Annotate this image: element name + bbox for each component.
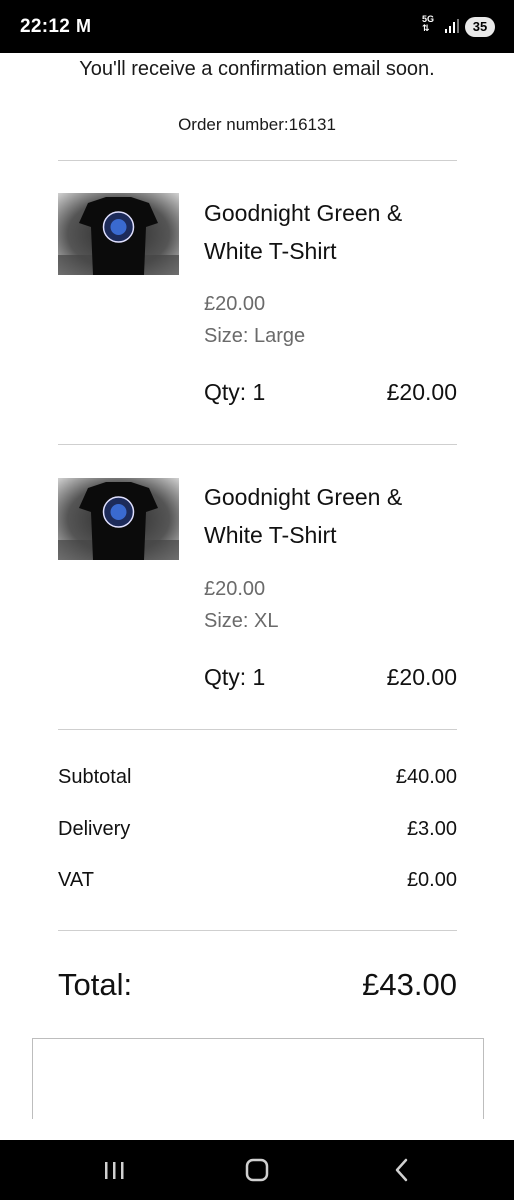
order-number: Order number:16131 (178, 115, 336, 134)
item-title[interactable]: Goodnight Green & White T-Shirt (204, 194, 464, 270)
delivery-value: £3.00 (406, 818, 457, 840)
recent-apps-icon[interactable] (94, 1152, 134, 1188)
divider (58, 729, 457, 730)
item-line-total: £20.00 (386, 664, 457, 690)
confirmation-message: You'll receive a confirmation email soon… (79, 58, 435, 80)
item-quantity: Qty: 1 (204, 379, 266, 405)
item-size: Size: Large (204, 325, 306, 347)
home-icon[interactable] (237, 1152, 277, 1188)
subtotal-value: £40.00 (395, 766, 457, 788)
divider (58, 930, 457, 931)
navigation-bar (0, 1140, 514, 1200)
status-time: 22:12 (20, 16, 71, 37)
tshirt-image (58, 478, 179, 560)
subtotal-label: Subtotal (58, 766, 132, 788)
item-line-total: £20.00 (386, 379, 457, 405)
total-label: Total: (58, 967, 133, 1002)
vat-value: £0.00 (406, 869, 457, 891)
item-quantity: Qty: 1 (204, 664, 266, 690)
signal-icon (445, 19, 459, 33)
item-unit-price: £20.00 (204, 578, 266, 600)
next-section-card (32, 1038, 484, 1119)
total-value: £43.00 (362, 967, 457, 1002)
product-thumbnail[interactable] (58, 193, 179, 275)
network-type-label: 5G ⇅ (422, 15, 434, 33)
product-thumbnail[interactable] (58, 478, 179, 560)
gmail-icon: M (76, 16, 91, 36)
delivery-label: Delivery (58, 818, 131, 840)
back-icon[interactable] (382, 1152, 422, 1188)
divider (58, 160, 457, 161)
vat-label: VAT (58, 869, 94, 891)
data-arrows-icon: ⇅ (422, 23, 430, 33)
item-unit-price: £20.00 (204, 293, 266, 315)
status-bar: 22:12 M 5G ⇅ 35 (0, 0, 514, 53)
item-title[interactable]: Goodnight Green & White T-Shirt (204, 478, 464, 554)
divider (58, 444, 457, 445)
battery-icon: 35 (465, 17, 495, 37)
order-confirmation-page: You'll receive a confirmation email soon… (0, 53, 514, 1140)
tshirt-image (58, 193, 179, 275)
item-size: Size: XL (204, 610, 279, 632)
